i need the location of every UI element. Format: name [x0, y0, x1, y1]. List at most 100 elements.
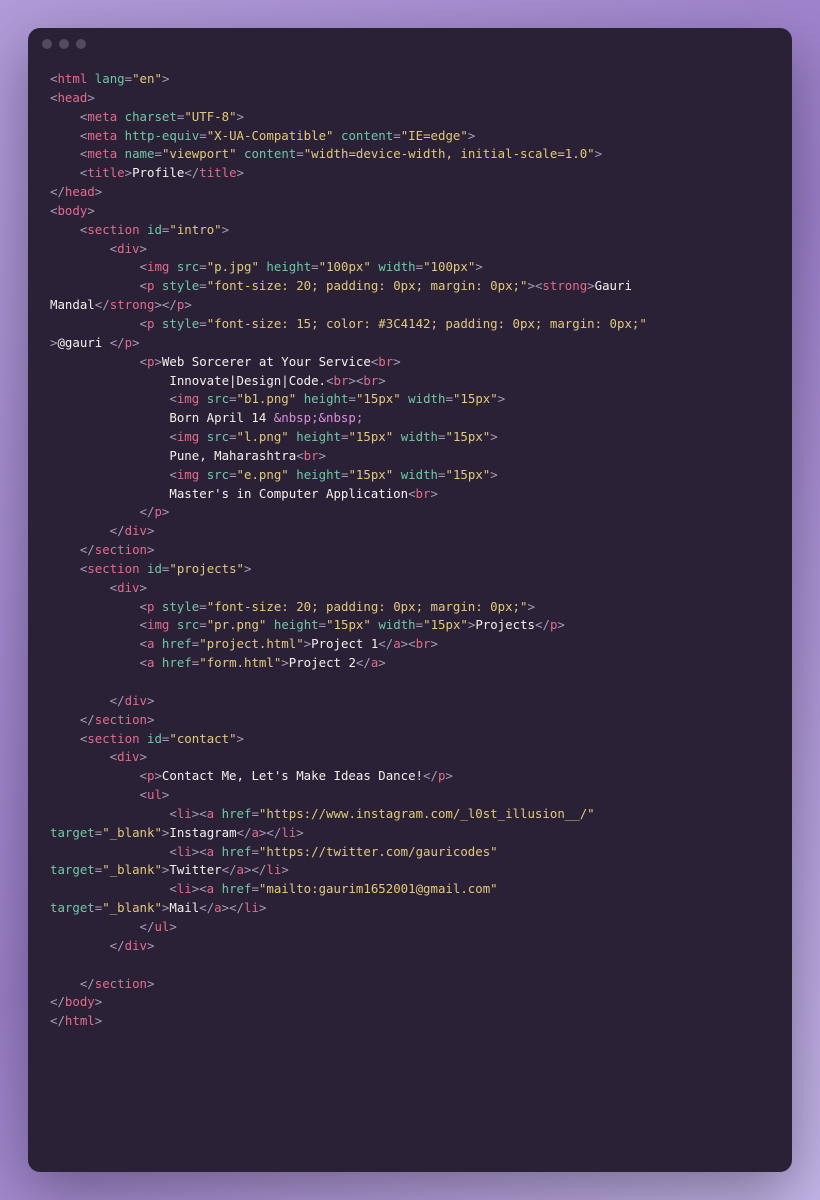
code-token: > [140, 241, 147, 256]
code-token: "15px" [445, 429, 490, 444]
code-token: li [281, 825, 296, 840]
code-token: "15px" [356, 391, 401, 406]
code-token: img [147, 617, 169, 632]
code-line: >@gauri </p> [50, 334, 770, 353]
code-token: meta [87, 109, 117, 124]
code-token: target [50, 862, 95, 877]
code-line: </head> [50, 183, 770, 202]
code-token: = [416, 259, 423, 274]
code-line: target="_blank">Twitter</a></li> [50, 861, 770, 880]
code-token: name [125, 146, 155, 161]
code-token: "font-size: 20; padding: 0px; margin: 0p… [207, 278, 528, 293]
code-line: <head> [50, 89, 770, 108]
code-line: <img src="pr.png" height="15px" width="1… [50, 616, 770, 635]
code-token: href [222, 806, 252, 821]
code-line: </section> [50, 541, 770, 560]
code-line: <body> [50, 202, 770, 221]
code-token: > [184, 297, 191, 312]
code-token: section [95, 712, 147, 727]
code-token [498, 844, 505, 859]
code-token: > [147, 693, 154, 708]
code-token: section [87, 222, 139, 237]
code-line: <img src="e.png" height="15px" width="15… [50, 466, 770, 485]
window-dot-close[interactable] [42, 39, 52, 49]
code-token: width [378, 259, 415, 274]
code-token: </ [535, 617, 550, 632]
code-token: > [281, 655, 288, 670]
code-token: li [266, 862, 281, 877]
code-token: > [259, 900, 266, 915]
code-token: > [281, 862, 288, 877]
code-token [214, 844, 221, 859]
code-token: "font-size: 15; color: #3C4142; padding:… [207, 316, 647, 331]
code-token: "mailto:gaurim1652001@gmail.com" [259, 881, 498, 896]
code-token: > [430, 486, 437, 501]
code-token: content [244, 146, 296, 161]
code-line: <meta name="viewport" content="width=dev… [50, 145, 770, 164]
code-token: Mandal [50, 297, 95, 312]
code-token: a [393, 636, 400, 651]
code-token: </ [50, 504, 154, 519]
code-token: </ [356, 655, 371, 670]
code-token: content [341, 128, 393, 143]
code-token: > [147, 938, 154, 953]
code-token: height [266, 259, 311, 274]
code-line: <img src="b1.png" height="15px" width="1… [50, 390, 770, 409]
code-token: </ [184, 165, 199, 180]
code-line: target="_blank">Instagram</a></li> [50, 824, 770, 843]
code-token: > [296, 825, 303, 840]
code-token [117, 146, 124, 161]
code-line: <div> [50, 748, 770, 767]
code-token [393, 429, 400, 444]
code-token: "b1.png" [237, 391, 297, 406]
code-line: </div> [50, 522, 770, 541]
code-token: > [595, 146, 602, 161]
code-token: </ [237, 825, 252, 840]
code-token: p [125, 335, 132, 350]
code-line [50, 673, 770, 692]
code-token: br [363, 373, 378, 388]
code-token: id [147, 561, 162, 576]
code-token: br [416, 486, 431, 501]
code-token: "https://www.instagram.com/_l0st_illusio… [259, 806, 595, 821]
code-token: title [199, 165, 236, 180]
code-token: = [199, 128, 206, 143]
code-token: href [222, 881, 252, 896]
code-token: "_blank" [102, 900, 162, 915]
code-token: > [237, 109, 244, 124]
code-token: "15px" [423, 617, 468, 632]
window-dot-max[interactable] [76, 39, 86, 49]
code-token: ></ [244, 862, 266, 877]
code-token: "projects" [169, 561, 244, 576]
code-token: = [229, 467, 236, 482]
code-area[interactable]: <html lang="en"><head> <meta charset="UT… [28, 60, 792, 1053]
code-token: src [207, 467, 229, 482]
code-token: width [401, 429, 438, 444]
code-token: style [162, 599, 199, 614]
code-token [154, 655, 161, 670]
code-line: <div> [50, 240, 770, 259]
code-token: href [222, 844, 252, 859]
code-token: > [87, 90, 94, 105]
code-token: "viewport" [162, 146, 237, 161]
code-token: </ [199, 900, 214, 915]
code-token: style [162, 316, 199, 331]
code-token: Project 2 [289, 655, 356, 670]
code-token: </ [50, 542, 95, 557]
code-line: <li><a href="https://twitter.com/gaurico… [50, 843, 770, 862]
code-token: > [125, 165, 132, 180]
code-token: < [50, 881, 177, 896]
code-token: < [50, 354, 147, 369]
code-token [266, 617, 273, 632]
code-line: Master's in Computer Application<br> [50, 485, 770, 504]
code-token: "width=device-width, initial-scale=1.0" [304, 146, 595, 161]
code-token: Web Sorcerer at Your Service [162, 354, 371, 369]
code-token: < [50, 561, 87, 576]
code-token: div [117, 749, 139, 764]
code-line: <p style="font-size: 20; padding: 0px; m… [50, 598, 770, 617]
code-token: = [251, 806, 258, 821]
code-token: < [296, 448, 303, 463]
window-dot-min[interactable] [59, 39, 69, 49]
code-token: < [50, 599, 147, 614]
code-token: = [296, 146, 303, 161]
